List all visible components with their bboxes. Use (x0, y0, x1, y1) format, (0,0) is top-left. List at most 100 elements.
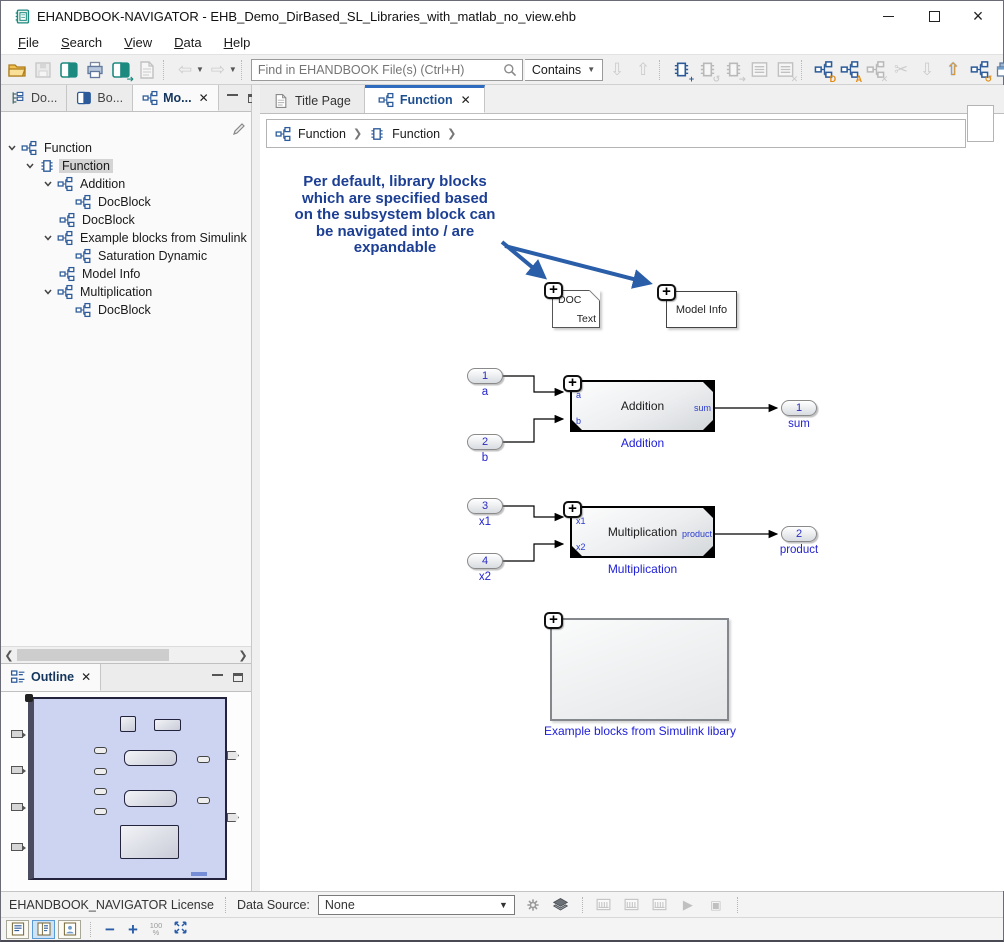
addition-block[interactable]: a b sum Addition (570, 380, 715, 432)
step-out-button[interactable]: ⇧ (941, 58, 965, 82)
tab-model[interactable]: Mo... ✕ (133, 85, 219, 111)
stop-button[interactable]: ▣ (706, 895, 726, 915)
model-canvas[interactable]: Per default, library blocks which are sp… (260, 149, 1004, 891)
scroll-right-icon[interactable]: ❯ (235, 649, 251, 662)
export-handbook-button[interactable]: ➜ (109, 58, 133, 82)
outport-1[interactable]: 1 (781, 400, 817, 416)
expand-badge[interactable]: + (544, 282, 563, 299)
hide-labels-button[interactable]: ✕ (863, 58, 887, 82)
inport-4[interactable]: 4 (467, 553, 503, 569)
panel-splitter[interactable] (252, 85, 260, 891)
maximize-button[interactable] (911, 1, 957, 31)
measure-tool-button[interactable] (594, 895, 614, 915)
example-blocks-block[interactable] (550, 618, 729, 721)
tab-outline[interactable]: Outline ✕ (1, 664, 101, 691)
chevron-down-icon[interactable] (43, 179, 53, 189)
edit-icon[interactable] (231, 121, 247, 137)
zoom-100-button[interactable]: 100 % (146, 922, 166, 936)
tree-item-function-root[interactable]: Function (1, 139, 251, 157)
menu-view[interactable]: View (115, 33, 161, 52)
tree-item-docblock-1[interactable]: DocBlock (1, 193, 251, 211)
settings-button[interactable] (523, 895, 543, 915)
list-view-button[interactable] (747, 58, 771, 82)
show-data-labels-button[interactable]: D (811, 58, 835, 82)
tree-item-docblock-3[interactable]: DocBlock (1, 301, 251, 319)
chevron-right-icon[interactable]: ❯ (447, 127, 456, 140)
tab-function[interactable]: Function ✕ (365, 85, 485, 113)
breadcrumb-item-function-root[interactable]: Function (298, 127, 346, 141)
forward-history-dropdown[interactable]: ▼ (229, 65, 237, 74)
tab-bookmarks[interactable]: Bo... (67, 85, 133, 111)
inport-2[interactable]: 2 (467, 434, 503, 450)
expand-badge[interactable]: + (563, 501, 582, 518)
data-source-select[interactable]: None ▼ (318, 895, 515, 915)
model-history-button[interactable]: ↺ (967, 58, 991, 82)
zoom-in-button[interactable]: + (123, 921, 143, 938)
outport-2[interactable]: 2 (781, 526, 817, 542)
search-input[interactable] (252, 63, 502, 77)
next-result-button[interactable]: ⇩ (605, 58, 629, 82)
model-info-block[interactable]: Model Info (666, 291, 737, 328)
inport-3[interactable]: 3 (467, 498, 503, 514)
chevron-down-icon[interactable] (7, 143, 17, 153)
close-button[interactable]: × (955, 1, 1001, 31)
tab-document[interactable]: Do... (1, 85, 67, 111)
previous-result-button[interactable]: ⇧ (631, 58, 655, 82)
chevron-down-icon[interactable] (25, 161, 35, 171)
back-history-dropdown[interactable]: ▼ (196, 65, 204, 74)
maximize-panel-icon[interactable] (233, 673, 243, 682)
menu-search[interactable]: Search (52, 33, 111, 52)
chevron-down-icon[interactable] (43, 233, 53, 243)
multiplication-block[interactable]: x1 x2 product Multiplication (570, 506, 715, 558)
measure-clear-button[interactable] (622, 895, 642, 915)
save-button[interactable] (31, 58, 55, 82)
contains-dropdown[interactable]: Contains ▼ (525, 59, 603, 81)
minimize-button[interactable] (865, 1, 911, 31)
chevron-right-icon[interactable]: ❯ (353, 127, 362, 140)
person-view-button[interactable] (58, 920, 81, 939)
navigate-forward-button[interactable]: ⇨ (206, 58, 230, 82)
show-annotation-labels-button[interactable]: A (837, 58, 861, 82)
expand-badge[interactable]: + (563, 375, 582, 392)
single-page-view-button[interactable] (6, 920, 29, 939)
tree-item-model-info[interactable]: Model Info (1, 265, 251, 283)
close-icon[interactable]: ✕ (199, 91, 209, 105)
close-icon[interactable]: ✕ (81, 670, 91, 684)
tree-item-example-blocks[interactable]: Example blocks from Simulink lib (1, 229, 251, 247)
tree-item-addition[interactable]: Addition (1, 175, 251, 193)
tree-item-multiplication[interactable]: Multiplication (1, 283, 251, 301)
print-button[interactable] (83, 58, 107, 82)
tree-item-function[interactable]: Function (1, 157, 251, 175)
minimize-panel-icon[interactable] (227, 94, 238, 96)
tab-title-page[interactable]: Title Page (260, 85, 365, 113)
cut-button[interactable]: ✂ (889, 58, 913, 82)
expand-badge[interactable]: + (657, 284, 676, 301)
inport-1[interactable]: 1 (467, 368, 503, 384)
open-handbook-button[interactable] (57, 58, 81, 82)
scrollbar-track[interactable] (17, 647, 235, 663)
menu-file[interactable]: File (9, 33, 48, 52)
open-file-button[interactable] (5, 58, 29, 82)
canvas-overview-button[interactable] (967, 105, 994, 142)
minimize-panel-icon[interactable] (212, 674, 223, 676)
chevron-down-icon[interactable] (43, 287, 53, 297)
windows-layout-button[interactable] (993, 58, 1004, 82)
sync-model-button[interactable]: ➜ (721, 58, 745, 82)
split-view-button[interactable] (32, 920, 55, 939)
play-button[interactable]: ▶ (678, 895, 698, 915)
scroll-left-icon[interactable]: ❮ (1, 649, 17, 662)
scrollbar-thumb[interactable] (17, 649, 169, 661)
breadcrumb-item-function[interactable]: Function (392, 127, 440, 141)
collapse-model-button[interactable]: ↺ (695, 58, 719, 82)
menu-help[interactable]: Help (215, 33, 260, 52)
clear-list-button[interactable]: ✕ (773, 58, 797, 82)
expand-model-button[interactable]: + (669, 58, 693, 82)
zoom-out-button[interactable]: − (100, 921, 120, 938)
close-icon[interactable]: ✕ (461, 93, 471, 107)
menu-data[interactable]: Data (165, 33, 210, 52)
pdf-export-button[interactable] (135, 58, 159, 82)
fit-to-view-button[interactable] (169, 920, 191, 938)
outline-minimap[interactable] (1, 692, 251, 891)
tree-horizontal-scrollbar[interactable]: ❮ ❯ (1, 646, 251, 663)
measure-config-button[interactable] (650, 895, 670, 915)
